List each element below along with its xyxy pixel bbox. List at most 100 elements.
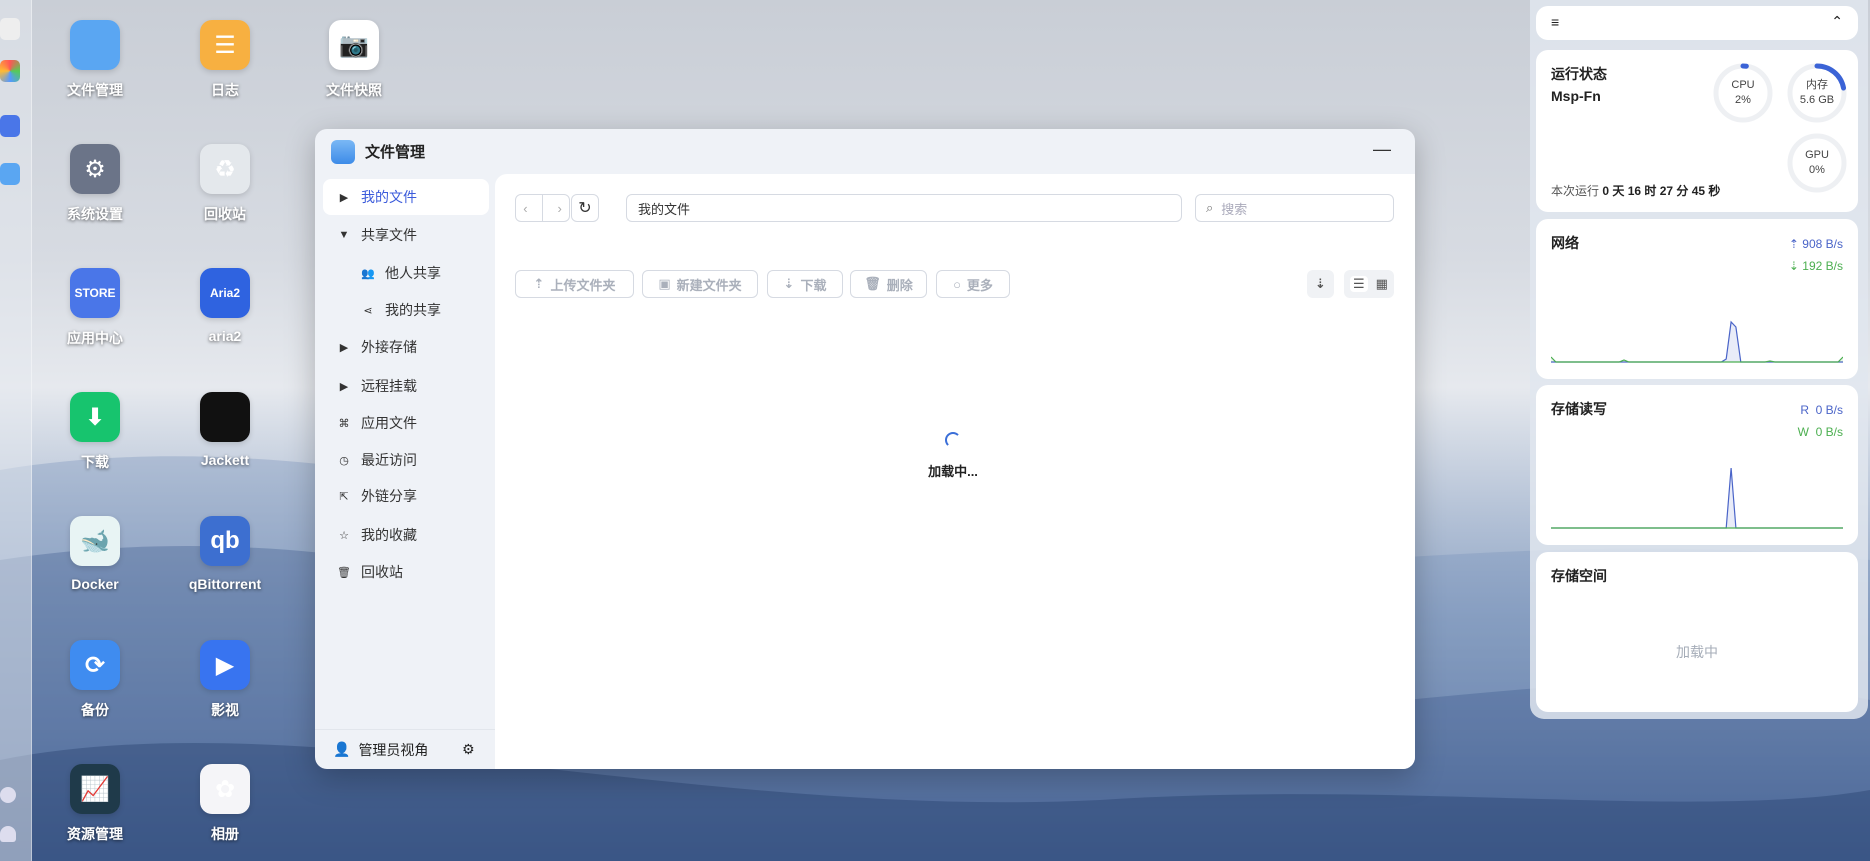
upload-label: 上传文件夹 xyxy=(550,277,616,293)
desktop-app[interactable]: 🐋 Docker xyxy=(35,516,155,592)
dock-store-icon[interactable] xyxy=(0,115,20,137)
folder-icon xyxy=(70,20,120,70)
download-label: 下载 xyxy=(800,277,827,293)
refresh-button[interactable]: ↻ xyxy=(571,194,599,222)
back-button[interactable]: ‹ xyxy=(523,201,527,216)
cpu-label: CPU xyxy=(1731,79,1755,91)
new-folder-label: 新建文件夹 xyxy=(676,277,742,293)
new-folder-icon: ▣ xyxy=(658,276,671,291)
admin-view-row[interactable]: 👤 管理员视角 ⚙ xyxy=(315,729,495,769)
more-button[interactable]: ○ 更多 xyxy=(936,270,1010,298)
desktop-app[interactable]: ⟳ 备份 xyxy=(35,640,155,720)
sidebar-item[interactable]: ◷ 最近访问 xyxy=(323,442,489,478)
admin-view-label: 管理员视角 xyxy=(358,741,429,758)
upload-folder-button[interactable]: ⇡ 上传文件夹 xyxy=(515,270,634,298)
download-icon: ⇣ xyxy=(1788,259,1803,273)
forward-button[interactable]: › xyxy=(557,201,561,216)
sidebar-item[interactable]: ▶ 外接存储 xyxy=(323,329,489,365)
aria2-icon: Aria2 xyxy=(200,268,250,318)
app-label: 下载 xyxy=(81,454,109,470)
disk-io-title: 存储读写 xyxy=(1551,401,1607,417)
list-view-icon[interactable]: ☰ xyxy=(1350,276,1368,292)
sidebar-item[interactable]: ⇱ 外链分享 xyxy=(323,478,489,514)
desktop-app[interactable]: ⬇ 下载 xyxy=(35,392,155,472)
sidebar-item-label: 我的共享 xyxy=(385,302,441,318)
cpu-gauge: CPU 2% xyxy=(1712,62,1774,124)
nav-buttons: ‹ › xyxy=(515,194,570,222)
network-card: 网络 ⇡ 908 B/s ⇣ 192 B/s xyxy=(1536,219,1858,379)
window-title: 文件管理 xyxy=(365,144,426,161)
desktop-app[interactable]: ⚙ 系统设置 xyxy=(35,144,155,224)
resource-monitor-icon: 📈 xyxy=(70,764,120,814)
dock-widget-icon[interactable] xyxy=(0,18,20,40)
sidebar-item[interactable]: ⋖ 我的共享 xyxy=(323,292,489,328)
file-snapshot-icon: 📷 xyxy=(329,20,379,70)
upload-line xyxy=(1551,320,1843,363)
sort-button[interactable]: ⇣ xyxy=(1307,270,1334,298)
delete-button[interactable]: 🗑 删除 xyxy=(850,270,927,298)
desktop-app[interactable]: ♻ 回收站 xyxy=(165,144,285,224)
upload-icon: ⇡ xyxy=(1788,237,1803,251)
storage-title: 存储空间 xyxy=(1551,568,1607,584)
desktop-app[interactable]: 文件管理 xyxy=(35,20,155,100)
sidebar-item[interactable]: ▼ 共享文件 xyxy=(323,217,489,253)
dock-file-manager-icon[interactable] xyxy=(0,163,20,185)
caret-right-icon: ▶ xyxy=(339,191,349,204)
desktop-app[interactable]: 📷 文件快照 xyxy=(294,20,414,100)
qbittorrent-icon: qb xyxy=(200,516,250,566)
desktop-app[interactable]: Jackett xyxy=(165,392,285,468)
dock-launcher-icon[interactable] xyxy=(0,60,20,82)
desktop-app[interactable]: STORE 应用中心 xyxy=(35,268,155,348)
widget-settings-icon[interactable]: ≡ xyxy=(1551,14,1559,30)
external-share-icon: ⇱ xyxy=(339,490,349,503)
app-label: 文件快照 xyxy=(326,82,382,98)
collapse-icon[interactable]: ⌃ xyxy=(1831,13,1843,30)
more-label: 更多 xyxy=(966,277,993,293)
path-input[interactable]: 我的文件 xyxy=(626,194,1182,222)
desktop-app[interactable]: ✿ 相册 xyxy=(165,764,285,844)
maximize-button[interactable]: ☐ xyxy=(1413,139,1415,160)
app-label: 回收站 xyxy=(204,206,246,222)
sidebar-item[interactable]: ☆ 我的收藏 xyxy=(323,517,489,553)
sidebar-item-label: 我的收藏 xyxy=(361,527,417,543)
grid-view-icon[interactable]: ▦ xyxy=(1376,276,1388,292)
desktop-app[interactable]: ▶ 影视 xyxy=(165,640,285,720)
desktop-app[interactable]: qb qBittorrent xyxy=(165,516,285,592)
upload-area xyxy=(1551,322,1843,362)
search-input[interactable]: ⌕ 搜索 xyxy=(1195,194,1394,222)
settings-icon[interactable]: ⚙ xyxy=(462,741,475,758)
app-label: 系统设置 xyxy=(67,206,123,222)
app-label: 备份 xyxy=(81,702,109,718)
jacket-icon xyxy=(200,392,250,442)
dock-bell-icon[interactable] xyxy=(0,826,16,842)
download-rate: 192 B/s xyxy=(1802,259,1843,273)
upload-icon: ⇡ xyxy=(533,276,545,291)
sidebar-item[interactable]: 👥 他人共享 xyxy=(323,255,489,291)
desktop-app[interactable]: Aria2 aria2 xyxy=(165,268,285,344)
new-folder-button[interactable]: ▣ 新建文件夹 xyxy=(642,270,758,298)
sidebar-item-label: 远程挂载 xyxy=(361,378,417,394)
uptime-label: 本次运行 xyxy=(1551,184,1600,198)
sidebar-item[interactable]: ⌘ 应用文件 xyxy=(323,405,489,441)
app-label: 资源管理 xyxy=(67,826,123,842)
backup-icon: ⟳ xyxy=(70,640,120,690)
download-button[interactable]: ⇣ 下载 xyxy=(767,270,843,298)
status-card: 运行状态 Msp-Fn 本次运行 0 天 16 时 27 分 45 秒 CPU 2… xyxy=(1536,50,1858,212)
gear-icon: ⚙ xyxy=(70,144,120,194)
sidebar-item[interactable]: 🗑 回收站 xyxy=(323,554,489,590)
minimize-button[interactable]: — xyxy=(1367,139,1397,160)
delete-label: 删除 xyxy=(886,277,913,293)
sidebar-item[interactable]: ▶ 我的文件 xyxy=(323,179,489,215)
share-icon: ⋖ xyxy=(363,304,373,317)
sidebar-item[interactable]: ▶ 远程挂载 xyxy=(323,368,489,404)
app-label: aria2 xyxy=(208,328,242,344)
app-label: 影视 xyxy=(211,702,239,718)
dock-activity-icon[interactable] xyxy=(0,787,16,803)
desktop-app[interactable]: ☰ 日志 xyxy=(165,20,285,100)
app-label: 相册 xyxy=(211,826,239,842)
caret-right-icon: ▶ xyxy=(339,380,349,393)
apps-icon: ⌘ xyxy=(338,417,350,430)
memory-value: 5.6 GB xyxy=(1799,94,1835,106)
title-bar[interactable]: 文件管理 — ☐ ✕ xyxy=(315,129,1415,174)
desktop-app[interactable]: 📈 资源管理 xyxy=(35,764,155,844)
